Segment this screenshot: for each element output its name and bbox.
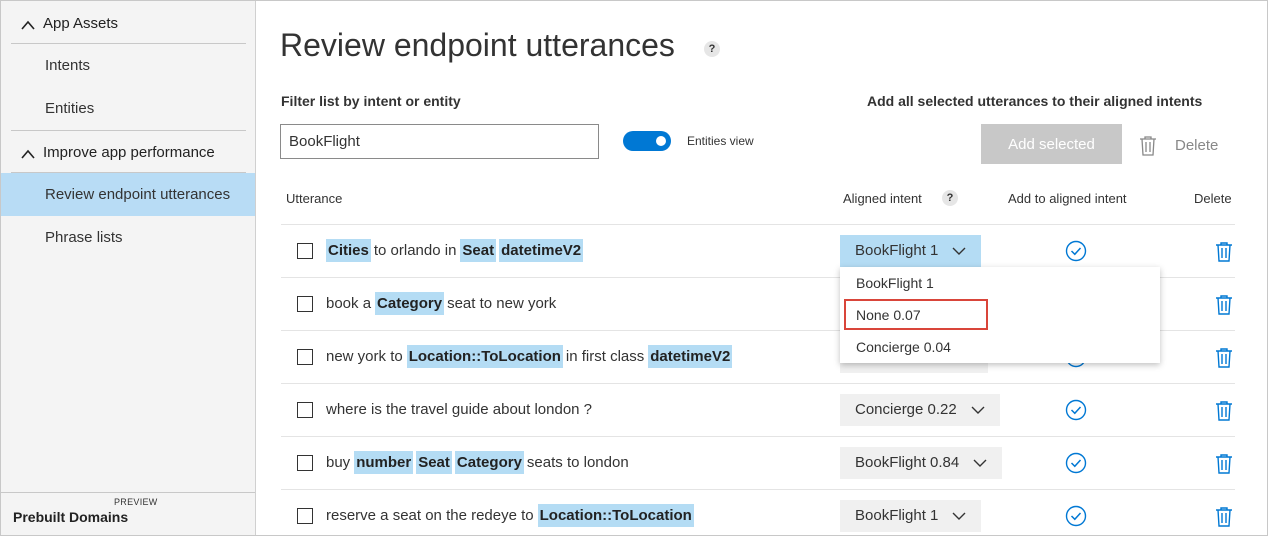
row-checkbox[interactable] bbox=[297, 348, 313, 365]
entities-view-toggle[interactable] bbox=[623, 131, 671, 151]
chevron-up-icon bbox=[21, 149, 35, 159]
entity-label[interactable]: Location::ToLocation bbox=[537, 504, 694, 527]
utterance-text: Cities to orlando in Seat datetimeV2 bbox=[326, 238, 586, 264]
aligned-intent-value: BookFlight 1 bbox=[855, 507, 939, 524]
entity-label[interactable]: Category bbox=[375, 292, 445, 315]
filter-input[interactable] bbox=[280, 124, 599, 159]
dropdown-option[interactable]: Concierge 0.04 bbox=[856, 339, 951, 355]
toggle-knob bbox=[656, 136, 666, 146]
utterance-token: in first class bbox=[565, 348, 645, 365]
trash-icon[interactable] bbox=[1215, 241, 1233, 262]
dropdown-option[interactable]: None 0.07 bbox=[856, 307, 921, 323]
row-divider bbox=[281, 436, 1235, 437]
row-divider bbox=[281, 489, 1235, 490]
utterance-text: where is the travel guide about london ? bbox=[326, 397, 596, 423]
sidebar: App Assets Intents Entities Improve app … bbox=[1, 1, 256, 535]
add-to-intent-check-icon[interactable] bbox=[1065, 452, 1087, 474]
sidebar-item-review-endpoint-utterances[interactable]: Review endpoint utterances bbox=[1, 173, 255, 216]
row-divider bbox=[281, 383, 1235, 384]
sidebar-item-label: Entities bbox=[45, 100, 95, 117]
delete-column-header: Delete bbox=[1194, 191, 1232, 206]
prebuilt-domains-label: Prebuilt Domains bbox=[13, 509, 129, 525]
filter-label: Filter list by intent or entity bbox=[281, 93, 461, 109]
improve-performance-section-header[interactable]: Improve app performance bbox=[11, 132, 246, 172]
app-assets-label: App Assets bbox=[43, 14, 119, 32]
section-divider bbox=[11, 130, 246, 131]
trash-icon bbox=[1140, 136, 1156, 156]
sidebar-item-intents[interactable]: Intents bbox=[1, 44, 255, 87]
utterance-token: new york to bbox=[326, 348, 403, 365]
aligned-intent-value: BookFlight 1 bbox=[855, 242, 939, 259]
chevron-down-icon bbox=[973, 459, 987, 467]
trash-icon[interactable] bbox=[1215, 400, 1233, 421]
help-icon[interactable]: ? bbox=[942, 190, 958, 206]
row-checkbox[interactable] bbox=[297, 401, 313, 418]
utterance-token: reserve a seat on the redeye to bbox=[326, 507, 534, 524]
entity-label[interactable]: number bbox=[354, 451, 414, 474]
trash-icon[interactable] bbox=[1215, 294, 1233, 315]
entities-view-label: Entities view bbox=[687, 134, 754, 148]
row-checkbox[interactable] bbox=[297, 295, 313, 312]
help-icon[interactable]: ? bbox=[704, 41, 720, 57]
improve-performance-label: Improve app performance bbox=[43, 143, 215, 161]
trash-icon[interactable] bbox=[1215, 453, 1233, 474]
sidebar-item-phrase-lists[interactable]: Phrase lists bbox=[1, 216, 255, 259]
utterance-token: seats to london bbox=[526, 454, 629, 471]
chevron-up-icon bbox=[21, 20, 35, 30]
utterance-text: book a Category seat to new york bbox=[326, 291, 560, 317]
aligned-intent-dropdown[interactable]: Concierge 0.22 bbox=[840, 393, 1000, 426]
utterance-token: book a bbox=[326, 295, 372, 312]
entity-label[interactable]: Category bbox=[454, 451, 524, 474]
row-checkbox[interactable] bbox=[297, 242, 313, 259]
trash-icon[interactable] bbox=[1215, 347, 1233, 368]
utterance-token: seat to new york bbox=[447, 295, 557, 312]
trash-icon[interactable] bbox=[1215, 506, 1233, 527]
utterance-text: reserve a seat on the redeye to Location:… bbox=[326, 503, 697, 529]
entity-label[interactable]: datetimeV2 bbox=[499, 239, 584, 262]
intent-dropdown-menu: BookFlight 1 None 0.07 Concierge 0.04 bbox=[840, 267, 1160, 363]
utterance-token: where is the travel guide about london ? bbox=[326, 401, 593, 418]
utterance-token: buy bbox=[326, 454, 351, 471]
sidebar-item-label: Phrase lists bbox=[45, 229, 123, 246]
utterance-token: to orlando in bbox=[373, 242, 457, 259]
utterance-text: buy number Seat Category seats to london bbox=[326, 450, 633, 476]
row-checkbox[interactable] bbox=[297, 454, 313, 471]
aligned-intent-dropdown[interactable]: BookFlight 0.84 bbox=[840, 446, 1003, 479]
add-all-label: Add all selected utterances to their ali… bbox=[867, 93, 1203, 109]
add-to-intent-check-icon[interactable] bbox=[1065, 505, 1087, 527]
aligned-intent-value: BookFlight 0.84 bbox=[855, 454, 960, 471]
chevron-down-icon bbox=[952, 247, 966, 255]
chevron-down-icon bbox=[971, 406, 985, 414]
prebuilt-domains-item[interactable]: PREVIEW Prebuilt Domains bbox=[1, 492, 255, 535]
entity-label[interactable]: datetimeV2 bbox=[648, 345, 733, 368]
chevron-down-icon bbox=[952, 512, 966, 520]
row-divider bbox=[281, 224, 1235, 225]
delete-label: Delete bbox=[1175, 137, 1219, 154]
sidebar-item-label: Review endpoint utterances bbox=[45, 186, 231, 203]
aligned-intent-column-header: Aligned intent bbox=[843, 191, 922, 206]
page-title: Review endpoint utterances bbox=[280, 27, 675, 63]
entity-label[interactable]: Seat bbox=[416, 451, 452, 474]
delete-button[interactable]: Delete bbox=[1139, 135, 1218, 156]
app-assets-section-header[interactable]: App Assets bbox=[11, 3, 246, 43]
add-selected-button[interactable]: Add selected bbox=[981, 124, 1122, 164]
add-to-intent-column-header: Add to aligned intent bbox=[1008, 191, 1127, 206]
row-checkbox[interactable] bbox=[297, 507, 313, 524]
aligned-intent-dropdown[interactable]: BookFlight 1 bbox=[840, 499, 982, 532]
sidebar-item-label: Intents bbox=[45, 57, 91, 74]
app-frame: App Assets Intents Entities Improve app … bbox=[0, 0, 1268, 536]
preview-badge: PREVIEW bbox=[114, 497, 158, 507]
entity-label[interactable]: Location::ToLocation bbox=[406, 345, 563, 368]
add-to-intent-check-icon[interactable] bbox=[1065, 240, 1087, 262]
aligned-intent-value: Concierge 0.22 bbox=[855, 401, 957, 418]
utterance-column-header: Utterance bbox=[286, 191, 343, 206]
sidebar-item-entities[interactable]: Entities bbox=[1, 87, 255, 130]
aligned-intent-dropdown[interactable]: BookFlight 1 bbox=[840, 234, 982, 267]
dropdown-option[interactable]: BookFlight 1 bbox=[856, 275, 934, 291]
add-to-intent-check-icon[interactable] bbox=[1065, 399, 1087, 421]
entity-label[interactable]: Cities bbox=[326, 239, 371, 262]
entity-label[interactable]: Seat bbox=[460, 239, 497, 262]
utterance-text: new york to Location::ToLocation in first … bbox=[326, 344, 735, 370]
